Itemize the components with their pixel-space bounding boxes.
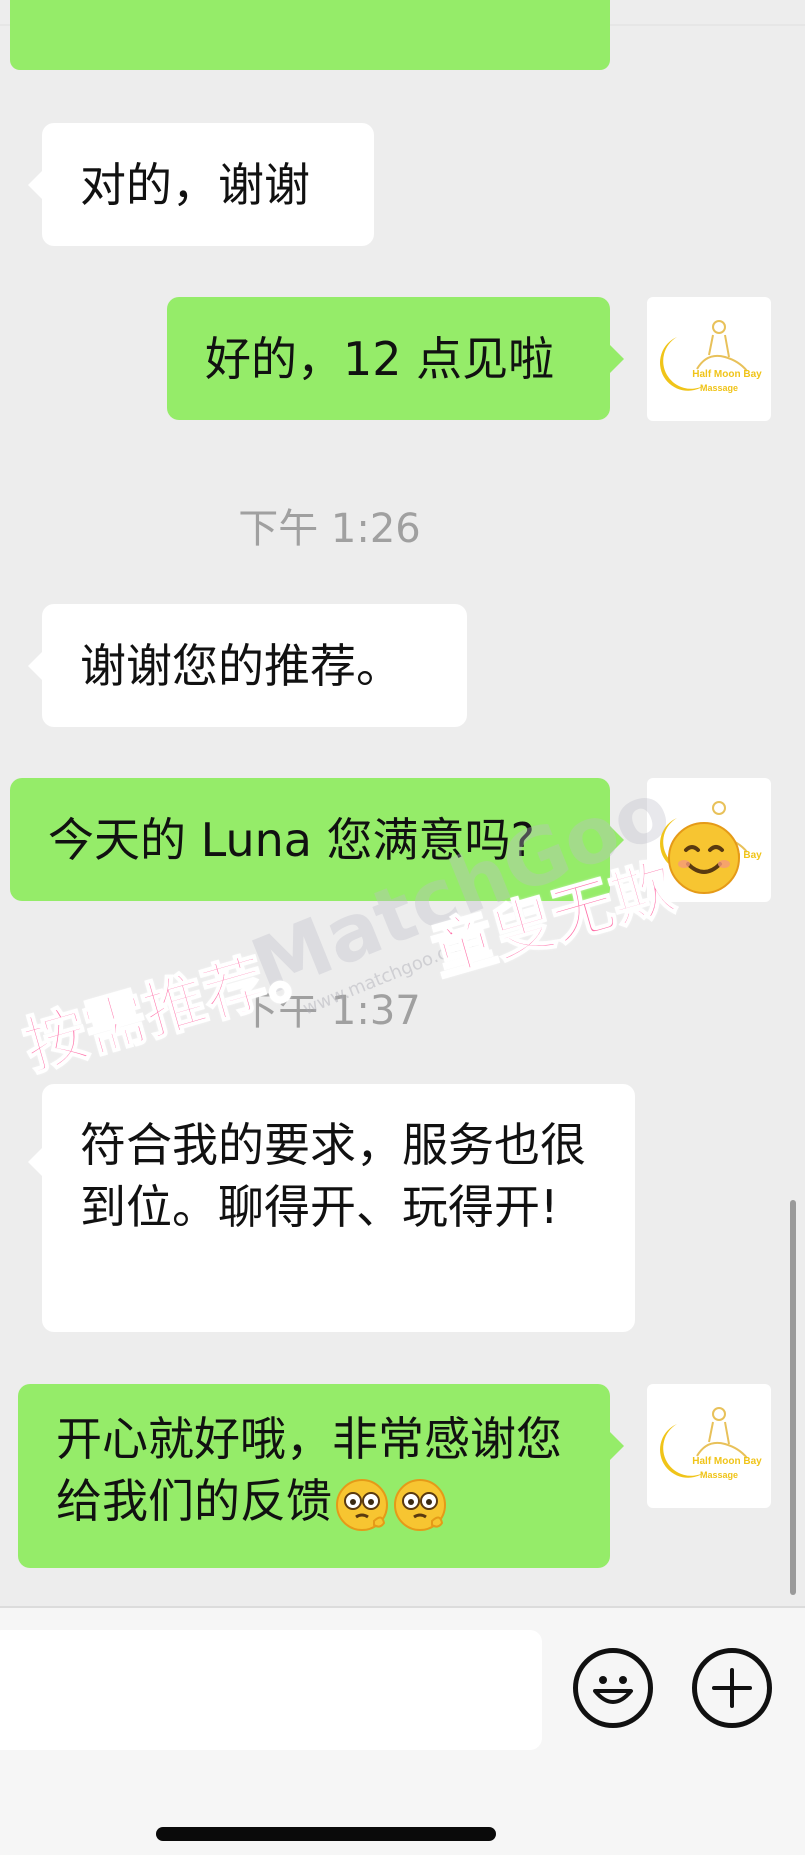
received-message[interactable]: 符合我的要求，服务也很到位。聊得开、玩得开! [28, 1084, 635, 1332]
received-message[interactable]: 对的，谢谢 [28, 123, 374, 246]
message-text: 谢谢您的推荐。 [80, 638, 402, 693]
message-text: 对的，谢谢 [80, 157, 310, 212]
watermark-overlay: MatchGoo www.matchgoo.com 按需推荐。 童叟无欺 [0, 0, 805, 1855]
half-moon-logo-icon: Half Moon Bay Massage [660, 320, 762, 393]
input-bar [0, 1606, 805, 1855]
message-text: 好的，12 点见啦 [205, 331, 555, 386]
sent-message[interactable]: 今天的 Luna 您满意吗? [10, 778, 624, 901]
message-text: 开心就好哦，非常感谢您给我们的反馈 [56, 1408, 572, 1533]
flushed-face-icon [336, 1478, 388, 1531]
svg-text:Massage: Massage [700, 383, 738, 393]
svg-text:Half Moon Bay: Half Moon Bay [692, 1456, 762, 1467]
smiley-face-icon [593, 1676, 633, 1704]
plus-button[interactable] [692, 1648, 772, 1728]
svg-text:Massage: Massage [700, 1470, 738, 1480]
svg-text:Half Moon Bay: Half Moon Bay [692, 369, 762, 380]
avatar[interactable]: Half Moon Bay Massage [647, 297, 771, 421]
timestamp: 下午 1:26 [238, 506, 421, 552]
sent-message[interactable]: 好的，12 点见啦 [167, 297, 624, 420]
flushed-face-icon [394, 1478, 446, 1531]
half-moon-logo-icon: Half Moon Bay Massage [660, 1407, 762, 1480]
message-input[interactable] [0, 1630, 542, 1750]
received-message[interactable]: 谢谢您的推荐。 [28, 604, 467, 727]
chat-screen: 对的，谢谢 好的，12 点见啦 Half Moon Bay Massage 下午… [0, 0, 805, 1855]
message-text: 符合我的要求，服务也很到位。聊得开、玩得开! [80, 1118, 586, 1234]
sent-message[interactable]: 开心就好哦，非常感谢您给我们的反馈 [18, 1384, 624, 1568]
message-text: 今天的 Luna 您满意吗? [48, 812, 535, 867]
smiley-sticker-icon [666, 820, 742, 896]
home-indicator[interactable] [156, 1827, 496, 1841]
scrollbar[interactable] [790, 1200, 796, 1595]
avatar[interactable]: Half Moon Bay Massage [647, 1384, 771, 1508]
plus-icon [712, 1668, 752, 1708]
timestamp: 下午 1:37 [238, 988, 421, 1034]
emoji-button[interactable] [573, 1648, 653, 1728]
message-bubble-partial [10, 0, 610, 70]
